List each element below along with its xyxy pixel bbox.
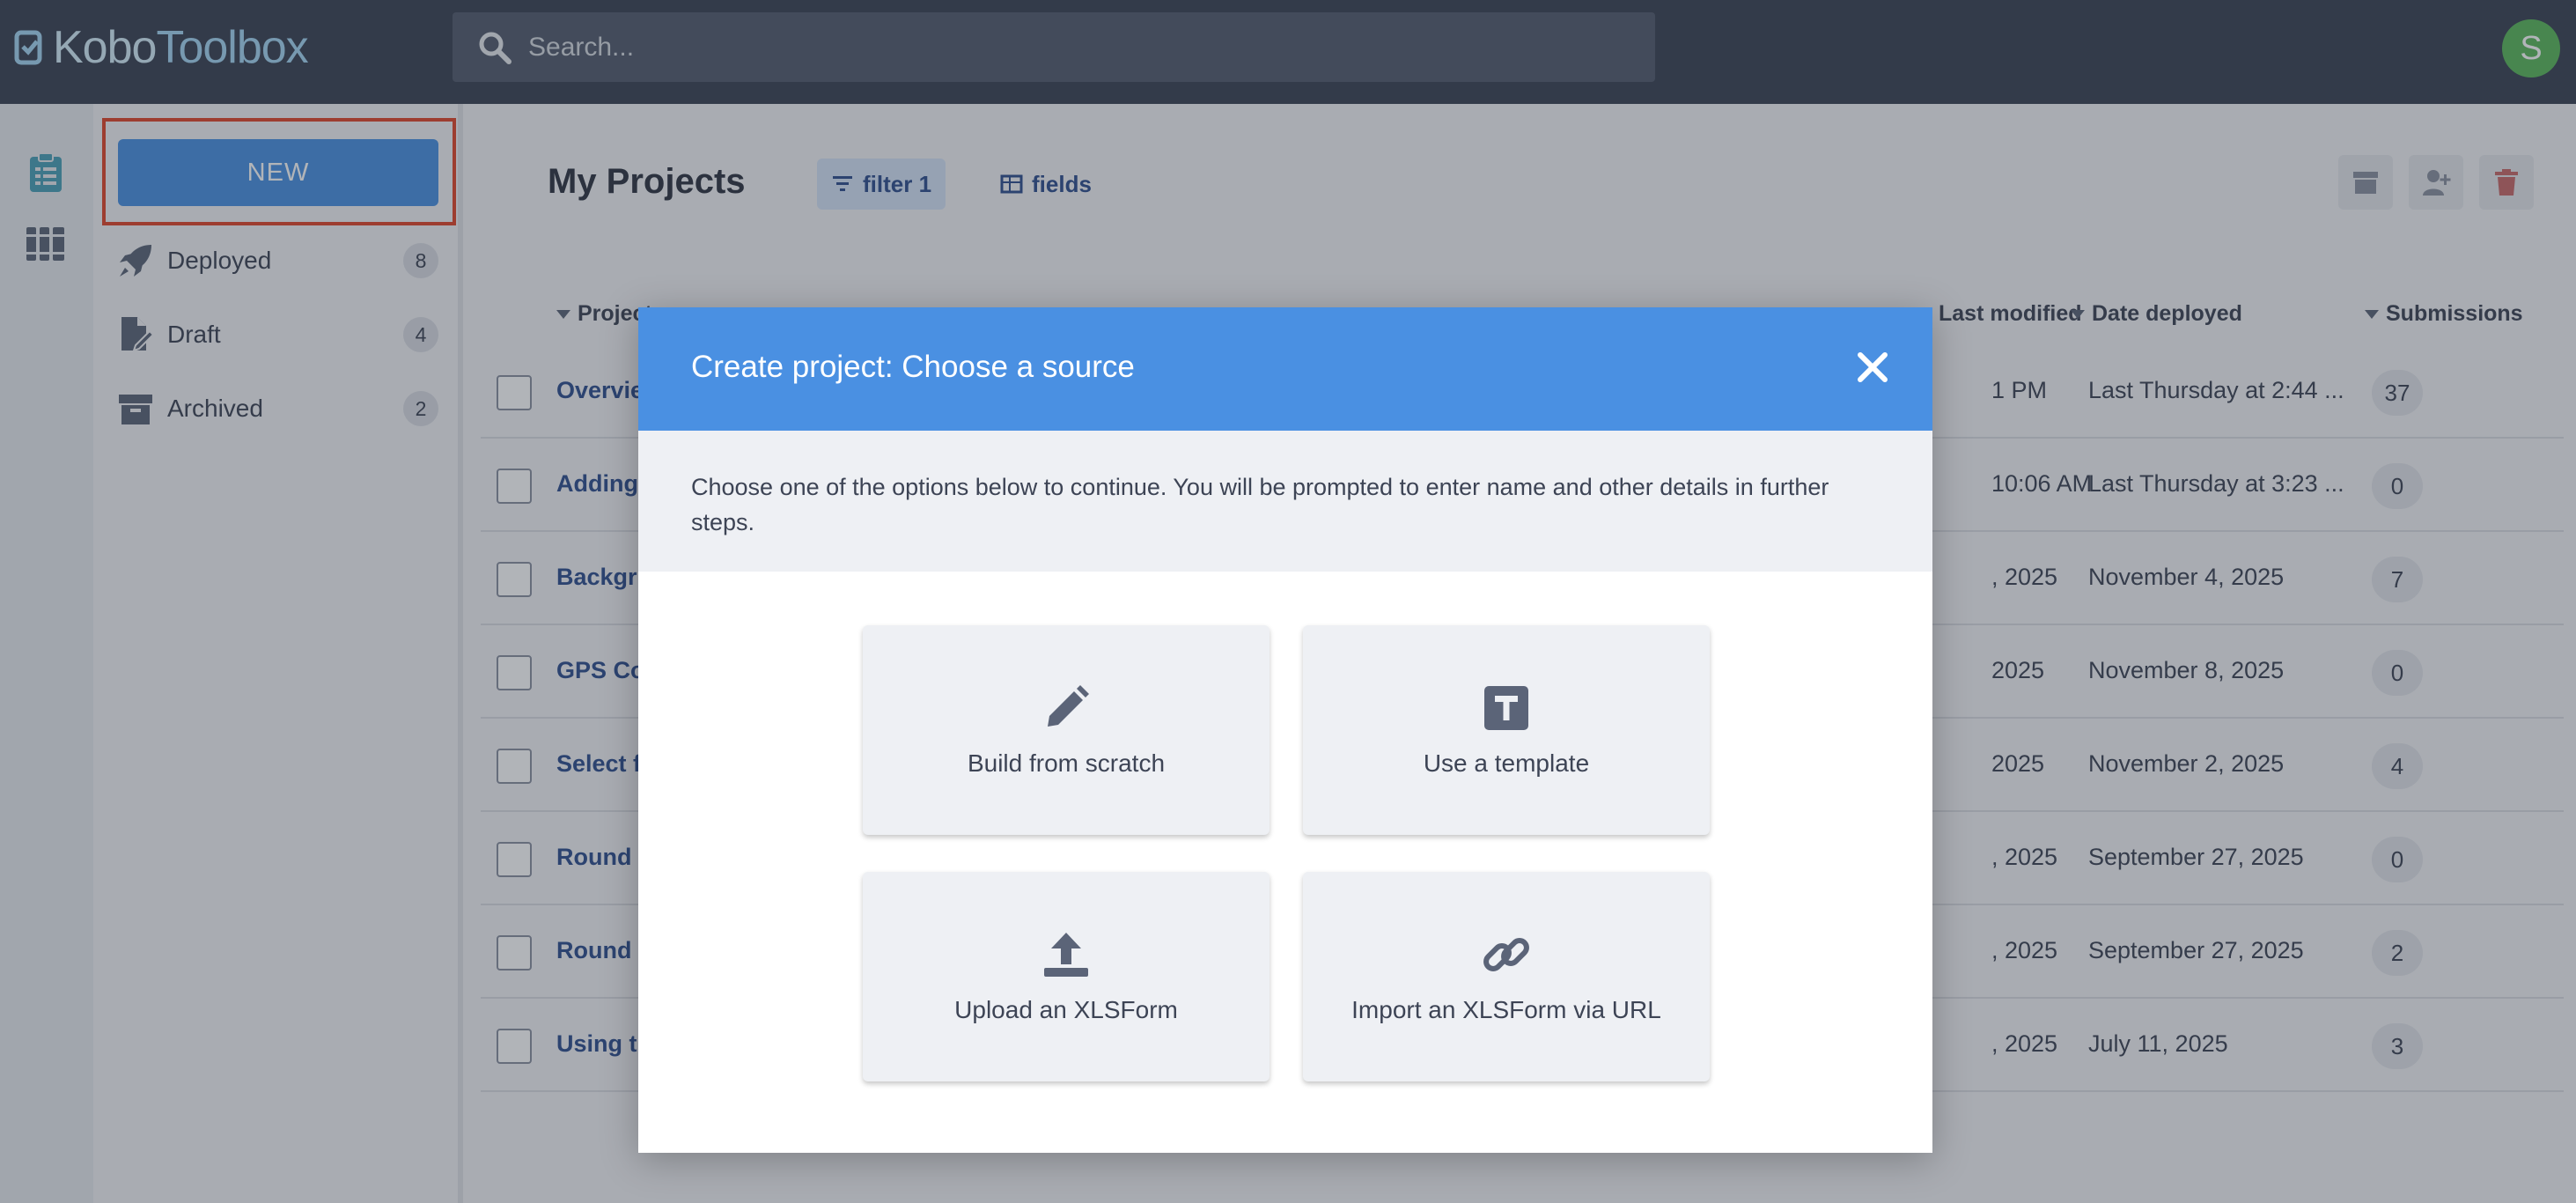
import-xlsform-url-button[interactable]: Import an XLSForm via URL [1303,872,1710,1081]
pencil-icon [1048,685,1089,727]
upload-xlsform-button[interactable]: Upload an XLSForm [863,872,1270,1081]
use-template-button[interactable]: Use a template [1303,625,1710,835]
option-label: Upload an XLSForm [954,996,1178,1023]
option-label: Import an XLSForm via URL [1351,996,1661,1023]
close-icon [1858,352,1888,382]
option-label: Use a template [1423,749,1590,777]
modal-description: Choose one of the options below to conti… [638,431,1932,572]
modal-title: Create project: Choose a source [691,350,1135,384]
link-icon [1483,938,1529,971]
close-button[interactable] [1844,339,1901,395]
upload-icon [1044,933,1088,977]
template-icon [1484,686,1528,730]
build-from-scratch-button[interactable]: Build from scratch [863,625,1270,835]
option-label: Build from scratch [967,749,1166,777]
create-project-modal: Create project: Choose a source Choose o… [638,307,1932,1153]
modal-header: Create project: Choose a source [638,307,1932,431]
